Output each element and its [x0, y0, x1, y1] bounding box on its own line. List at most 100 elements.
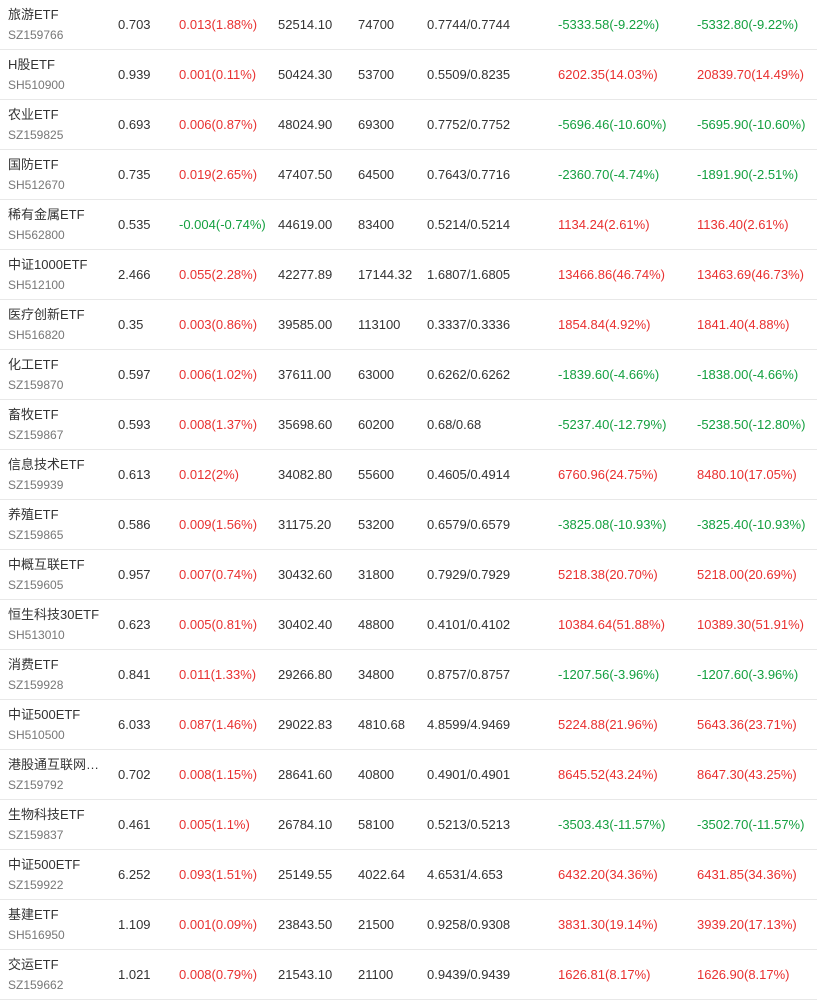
fund-name-cell[interactable]: 养殖ETF SZ159865 — [8, 500, 108, 549]
fund-name-cell[interactable]: 畜牧ETF SZ159867 — [8, 400, 108, 449]
fund-name-cell[interactable]: 中证500ETF SZ159922 — [8, 850, 108, 899]
table-row[interactable]: 消费ETF SZ159928 0.841 0.011(1.33%) 29266.80 34… — [0, 650, 817, 700]
profit-loss-cost-cell-value: 20839.70(14.49%) — [697, 67, 804, 82]
change-cell: 0.005(1.1%) — [179, 800, 274, 849]
fund-name[interactable]: H股ETF — [8, 56, 55, 74]
profit-loss-cost-cell: 3939.20(17.13%) — [697, 900, 815, 949]
fund-name[interactable]: 国防ETF — [8, 156, 59, 174]
table-row[interactable]: 医疗创新ETF SH516820 0.35 0.003(0.86%) 39585.00 1… — [0, 300, 817, 350]
fund-name-cell[interactable]: 恒生科技30ETF SH513010 — [8, 600, 108, 649]
fund-name-cell[interactable]: 生物科技ETF SZ159837 — [8, 800, 108, 849]
fund-name[interactable]: 医疗创新ETF — [8, 306, 85, 324]
table-row[interactable]: 养殖ETF SZ159865 0.586 0.009(1.56%) 31175.20 53… — [0, 500, 817, 550]
change-cell-value: 0.009(1.56%) — [179, 517, 258, 532]
table-row[interactable]: 旅游ETF SZ159766 0.703 0.013(1.88%) 52514.10 74… — [0, 0, 817, 50]
fund-name-cell[interactable]: 医疗创新ETF SH516820 — [8, 300, 108, 349]
fund-name-cell[interactable]: 农业ETF SZ159825 — [8, 100, 108, 149]
fund-name-cell[interactable]: 国防ETF SH512670 — [8, 150, 108, 199]
fund-name-cell[interactable]: 消费ETF SZ159928 — [8, 650, 108, 699]
fund-name[interactable]: 化工ETF — [8, 356, 59, 374]
fund-name-cell[interactable]: 基建ETF SH516950 — [8, 900, 108, 949]
fund-name[interactable]: 生物科技ETF — [8, 806, 85, 824]
change-cell: 0.093(1.51%) — [179, 850, 274, 899]
fund-name[interactable]: 中证500ETF — [8, 856, 80, 874]
table-row[interactable]: 国防ETF SH512670 0.735 0.019(2.65%) 47407.50 64… — [0, 150, 817, 200]
fund-name[interactable]: 农业ETF — [8, 106, 59, 124]
table-row[interactable]: 畜牧ETF SZ159867 0.593 0.008(1.37%) 35698.60 60… — [0, 400, 817, 450]
profit-loss-cell: -1207.56(-3.96%) — [558, 650, 688, 699]
table-row[interactable]: H股ETF SH510900 0.939 0.001(0.11%) 50424.30 53… — [0, 50, 817, 100]
table-row[interactable]: 生物科技ETF SZ159837 0.461 0.005(1.1%) 26784.10 5… — [0, 800, 817, 850]
profit-loss-cost-cell: -1207.60(-3.96%) — [697, 650, 815, 699]
fund-name-cell[interactable]: 化工ETF SZ159870 — [8, 350, 108, 399]
price-cell-value: 0.703 — [118, 17, 151, 32]
market-value-cell-value: 48024.90 — [278, 117, 333, 132]
fund-name-cell[interactable]: 中证1000ETF SH512100 — [8, 250, 108, 299]
change-cell: 0.001(0.09%) — [179, 900, 274, 949]
profit-loss-cell: 3831.30(19.14%) — [558, 900, 688, 949]
price-cell: 0.703 — [118, 0, 173, 49]
change-cell-value: 0.093(1.51%) — [179, 867, 258, 882]
fund-name[interactable]: 港股通互联网… — [8, 756, 99, 774]
cost-cell: 1.6807/1.6805 — [427, 250, 537, 299]
fund-name-cell[interactable]: 中证500ETF SH510500 — [8, 700, 108, 749]
fund-name-cell[interactable]: 中概互联ETF SZ159605 — [8, 550, 108, 599]
table-row[interactable]: 交运ETF SZ159662 1.021 0.008(0.79%) 21543.10 21… — [0, 950, 817, 1000]
fund-name-cell[interactable]: 旅游ETF SZ159766 — [8, 0, 108, 49]
table-row[interactable]: 稀有金属ETF SH562800 0.535 -0.004(-0.74%) 44619.… — [0, 200, 817, 250]
fund-name[interactable]: 交运ETF — [8, 956, 59, 974]
shares-cell: 21500 — [358, 900, 423, 949]
table-row[interactable]: 中证1000ETF SH512100 2.466 0.055(2.28%) 42277.… — [0, 250, 817, 300]
table-row[interactable]: 恒生科技30ETF SH513010 0.623 0.005(0.81%) 30402.… — [0, 600, 817, 650]
market-value-cell: 42277.89 — [278, 250, 353, 299]
cost-cell-value: 0.5213/0.5213 — [427, 817, 511, 832]
fund-name[interactable]: 基建ETF — [8, 906, 59, 924]
fund-code: SZ159662 — [8, 977, 64, 992]
shares-cell: 55600 — [358, 450, 423, 499]
cost-cell: 0.5213/0.5213 — [427, 800, 537, 849]
table-row[interactable]: 农业ETF SZ159825 0.693 0.006(0.87%) 48024.90 69… — [0, 100, 817, 150]
fund-name[interactable]: 中概互联ETF — [8, 556, 85, 574]
fund-name[interactable]: 信息技术ETF — [8, 456, 85, 474]
table-row[interactable]: 中概互联ETF SZ159605 0.957 0.007(0.74%) 30432.60… — [0, 550, 817, 600]
fund-name[interactable]: 畜牧ETF — [8, 406, 59, 424]
table-row[interactable]: 中证500ETF SH510500 6.033 0.087(1.46%) 29022.8… — [0, 700, 817, 750]
price-cell: 1.109 — [118, 900, 173, 949]
fund-name[interactable]: 恒生科技30ETF — [8, 606, 99, 624]
fund-name[interactable]: 稀有金属ETF — [8, 206, 85, 224]
shares-cell: 83400 — [358, 200, 423, 249]
price-cell-value: 0.535 — [118, 217, 151, 232]
table-row[interactable]: 化工ETF SZ159870 0.597 0.006(1.02%) 37611.00 63… — [0, 350, 817, 400]
fund-name[interactable]: 中证500ETF — [8, 706, 80, 724]
profit-loss-cost-cell-value: -1838.00(-4.66%) — [697, 367, 799, 382]
fund-name-cell[interactable]: 信息技术ETF SZ159939 — [8, 450, 108, 499]
fund-name-cell[interactable]: 交运ETF SZ159662 — [8, 950, 108, 999]
price-cell-value: 0.957 — [118, 567, 151, 582]
price-cell: 0.702 — [118, 750, 173, 799]
price-cell-value: 6.252 — [118, 867, 151, 882]
fund-name[interactable]: 中证1000ETF — [8, 256, 87, 274]
profit-loss-cell-value: -3503.43(-11.57%) — [558, 817, 666, 832]
market-value-cell: 29022.83 — [278, 700, 353, 749]
price-cell: 0.957 — [118, 550, 173, 599]
shares-cell-value: 113100 — [358, 317, 401, 332]
shares-cell: 31800 — [358, 550, 423, 599]
fund-name[interactable]: 旅游ETF — [8, 6, 59, 24]
fund-name-cell[interactable]: 稀有金属ETF SH562800 — [8, 200, 108, 249]
fund-name-cell[interactable]: 港股通互联网… SZ159792 — [8, 750, 108, 799]
profit-loss-cost-cell: -5238.50(-12.80%) — [697, 400, 815, 449]
fund-code: SZ159605 — [8, 577, 64, 592]
profit-loss-cell-value: -5696.46(-10.60%) — [558, 117, 667, 132]
price-cell-value: 0.35 — [118, 317, 144, 332]
table-row[interactable]: 基建ETF SH516950 1.109 0.001(0.09%) 23843.50 21… — [0, 900, 817, 950]
table-row[interactable]: 港股通互联网… SZ159792 0.702 0.008(1.15%) 28641.60… — [0, 750, 817, 800]
profit-loss-cell: -5333.58(-9.22%) — [558, 0, 688, 49]
price-cell: 0.735 — [118, 150, 173, 199]
fund-code: SZ159867 — [8, 427, 64, 442]
fund-name[interactable]: 消费ETF — [8, 656, 59, 674]
table-row[interactable]: 中证500ETF SZ159922 6.252 0.093(1.51%) 25149.5… — [0, 850, 817, 900]
table-row[interactable]: 信息技术ETF SZ159939 0.613 0.012(2%) 34082.80 556… — [0, 450, 817, 500]
fund-name-cell[interactable]: H股ETF SH510900 — [8, 50, 108, 99]
change-cell-value: 0.001(0.11%) — [179, 67, 257, 82]
fund-name[interactable]: 养殖ETF — [8, 506, 59, 524]
